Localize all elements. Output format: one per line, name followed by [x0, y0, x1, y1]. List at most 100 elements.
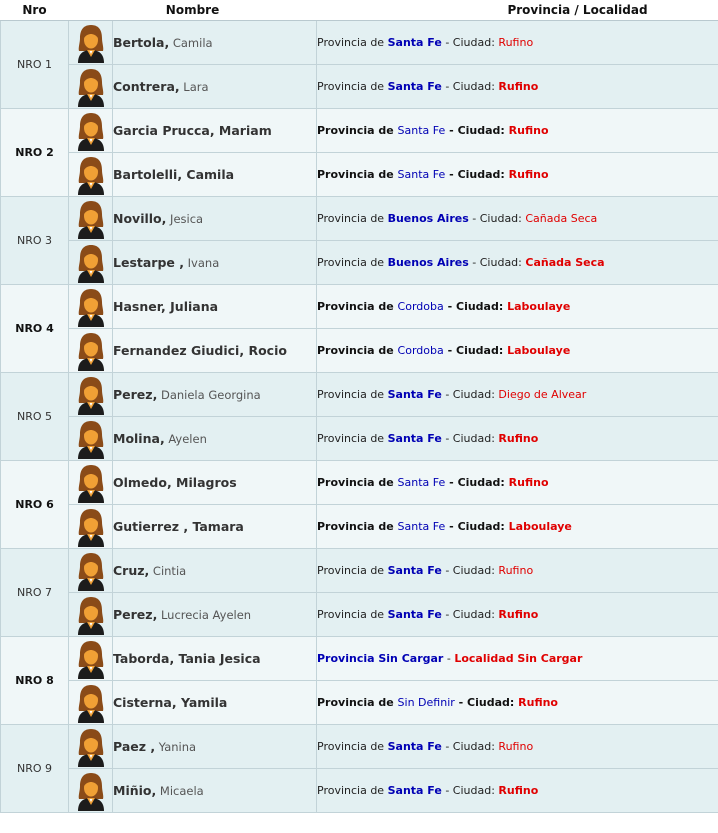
female-user-icon [74, 507, 108, 547]
city-name: Rufino [498, 36, 534, 49]
province-locality: Provincia de Cordoba - Ciudad: Laboulaye [316, 328, 718, 373]
first-name: Tamara [188, 519, 244, 534]
province-locality: Provincia de Santa Fe - Ciudad: Diego de… [316, 372, 718, 417]
ciudad-label: Ciudad: [456, 300, 504, 313]
city-name: Laboulaye [507, 300, 571, 313]
provincia-label: Provincia de [317, 520, 394, 533]
first-name: Ayelen [164, 432, 207, 446]
student-name[interactable]: Lestarpe , Ivana [112, 240, 317, 285]
student-name[interactable]: Garcia Prucca, Mariam [112, 108, 317, 153]
student-name[interactable]: Contrera, Lara [112, 64, 317, 109]
provincia-label: Provincia de [317, 300, 394, 313]
student-name[interactable]: Paez , Yanina [112, 724, 317, 769]
last-name: Taborda [113, 651, 170, 666]
table-row: Molina, Ayelen Provincia de Santa Fe - Ci… [1, 416, 718, 461]
last-name: Paez [113, 739, 151, 754]
avatar-cell [68, 372, 113, 417]
student-name[interactable]: Bertola, Camila [112, 20, 317, 65]
student-name[interactable]: Novillo, Jesica [112, 196, 317, 241]
student-name[interactable]: Fernandez Giudici, Rocio [112, 328, 317, 373]
province-locality: Provincia de Santa Fe - Ciudad: Rufino [316, 460, 718, 505]
female-user-icon [74, 771, 108, 811]
provincia-label: Provincia de [317, 256, 385, 269]
province-name: Santa Fe [387, 432, 442, 445]
female-user-icon [74, 463, 108, 503]
student-name[interactable]: Bartolelli, Camila [112, 152, 317, 197]
provincia-label: Provincia de [317, 784, 385, 797]
table-row: Cisterna, Yamila Provincia de Sin Definir… [1, 680, 718, 725]
separator: - [445, 608, 450, 621]
group-number: NRO 1 [0, 20, 69, 109]
avatar-cell [68, 416, 113, 461]
female-user-icon [74, 199, 108, 239]
city-name: Rufino [518, 696, 558, 709]
separator: - [449, 520, 454, 533]
group-number: NRO 9 [0, 724, 69, 813]
female-user-icon [74, 111, 108, 151]
first-name: Juliana [165, 299, 219, 314]
avatar-cell [68, 724, 113, 769]
last-name: Gutierrez [113, 519, 184, 534]
city-name: Rufino [498, 432, 539, 445]
city-name: Rufino [498, 80, 539, 93]
last-name: Bartolelli [113, 167, 178, 182]
avatar-cell [68, 328, 113, 373]
province-name: Santa Fe [397, 520, 446, 533]
province-locality: Provincia de Santa Fe - Ciudad: Rufino [316, 108, 718, 153]
student-name[interactable]: Cruz, Cintia [112, 548, 317, 593]
separator: - [449, 476, 454, 489]
last-name: Molina [113, 431, 160, 446]
city-name: Rufino [498, 564, 534, 577]
table-body: NRO 1 Bertola, Camila Provincia de Santa … [0, 20, 718, 813]
separator: - [445, 784, 450, 797]
first-name: Rocio [244, 343, 287, 358]
province-name: Sin Definir [397, 696, 455, 709]
last-name: Hasner [113, 299, 162, 314]
avatar-cell [68, 504, 113, 549]
last-name: Bertola [113, 35, 165, 50]
student-name[interactable]: Olmedo, Milagros [112, 460, 317, 505]
last-name: Contrera [113, 79, 175, 94]
first-name: Yamila [176, 695, 228, 710]
table-row: NRO 3 Novillo, Jesica Provincia de Buenos… [0, 196, 718, 285]
first-name: Milagros [171, 475, 237, 490]
last-name: Cruz [113, 563, 145, 578]
provincia-label: Provincia de [317, 564, 385, 577]
student-name[interactable]: Perez, Daniela Georgina [112, 372, 317, 417]
student-name[interactable]: Taborda, Tania Jesica [112, 636, 317, 681]
female-user-icon [74, 155, 108, 195]
province-name: Cordoba [397, 300, 444, 313]
avatar-cell [68, 636, 113, 681]
ciudad-label: Ciudad: [457, 124, 505, 137]
student-name[interactable]: Miñio, Micaela [112, 768, 317, 813]
group-number: NRO 6 [0, 460, 69, 549]
provincia-label: Provincia de [317, 212, 385, 225]
province-name: Buenos Aires [387, 256, 469, 269]
avatar-cell [68, 20, 113, 65]
student-name[interactable]: Cisterna, Yamila [112, 680, 317, 725]
student-name[interactable]: Gutierrez , Tamara [112, 504, 317, 549]
student-name[interactable]: Hasner, Juliana [112, 284, 317, 329]
last-name: Perez [113, 607, 153, 622]
female-user-icon [74, 23, 108, 63]
group-number: NRO 3 [0, 196, 69, 285]
city-name: Laboulaye [507, 344, 571, 357]
province-name: Santa Fe [387, 608, 442, 621]
province-locality: Provincia Sin Cargar - Localidad Sin Car… [316, 636, 718, 681]
group-number: NRO 4 [0, 284, 69, 373]
province-locality: Provincia de Buenos Aires - Ciudad: Caña… [316, 196, 718, 241]
province-name: Cordoba [397, 344, 444, 357]
student-name[interactable]: Perez, Lucrecia Ayelen [112, 592, 317, 637]
first-name: Mariam [214, 123, 272, 138]
student-name[interactable]: Molina, Ayelen [112, 416, 317, 461]
table-row: Miñio, Micaela Provincia de Santa Fe - Ci… [1, 768, 718, 813]
ciudad-label: Ciudad: [452, 564, 495, 577]
ciudad-label: Ciudad: [452, 80, 495, 93]
city-name: Rufino [498, 740, 534, 753]
table-row: NRO 5 Perez, Daniela Georgina Provincia d… [0, 372, 718, 461]
ciudad-label: Ciudad: [452, 784, 495, 797]
ciudad-label: Ciudad: [457, 520, 505, 533]
province-locality: Provincia de Santa Fe - Ciudad: Rufino [316, 724, 718, 769]
ciudad-label: Ciudad: [467, 696, 515, 709]
city-name: Rufino [498, 784, 539, 797]
